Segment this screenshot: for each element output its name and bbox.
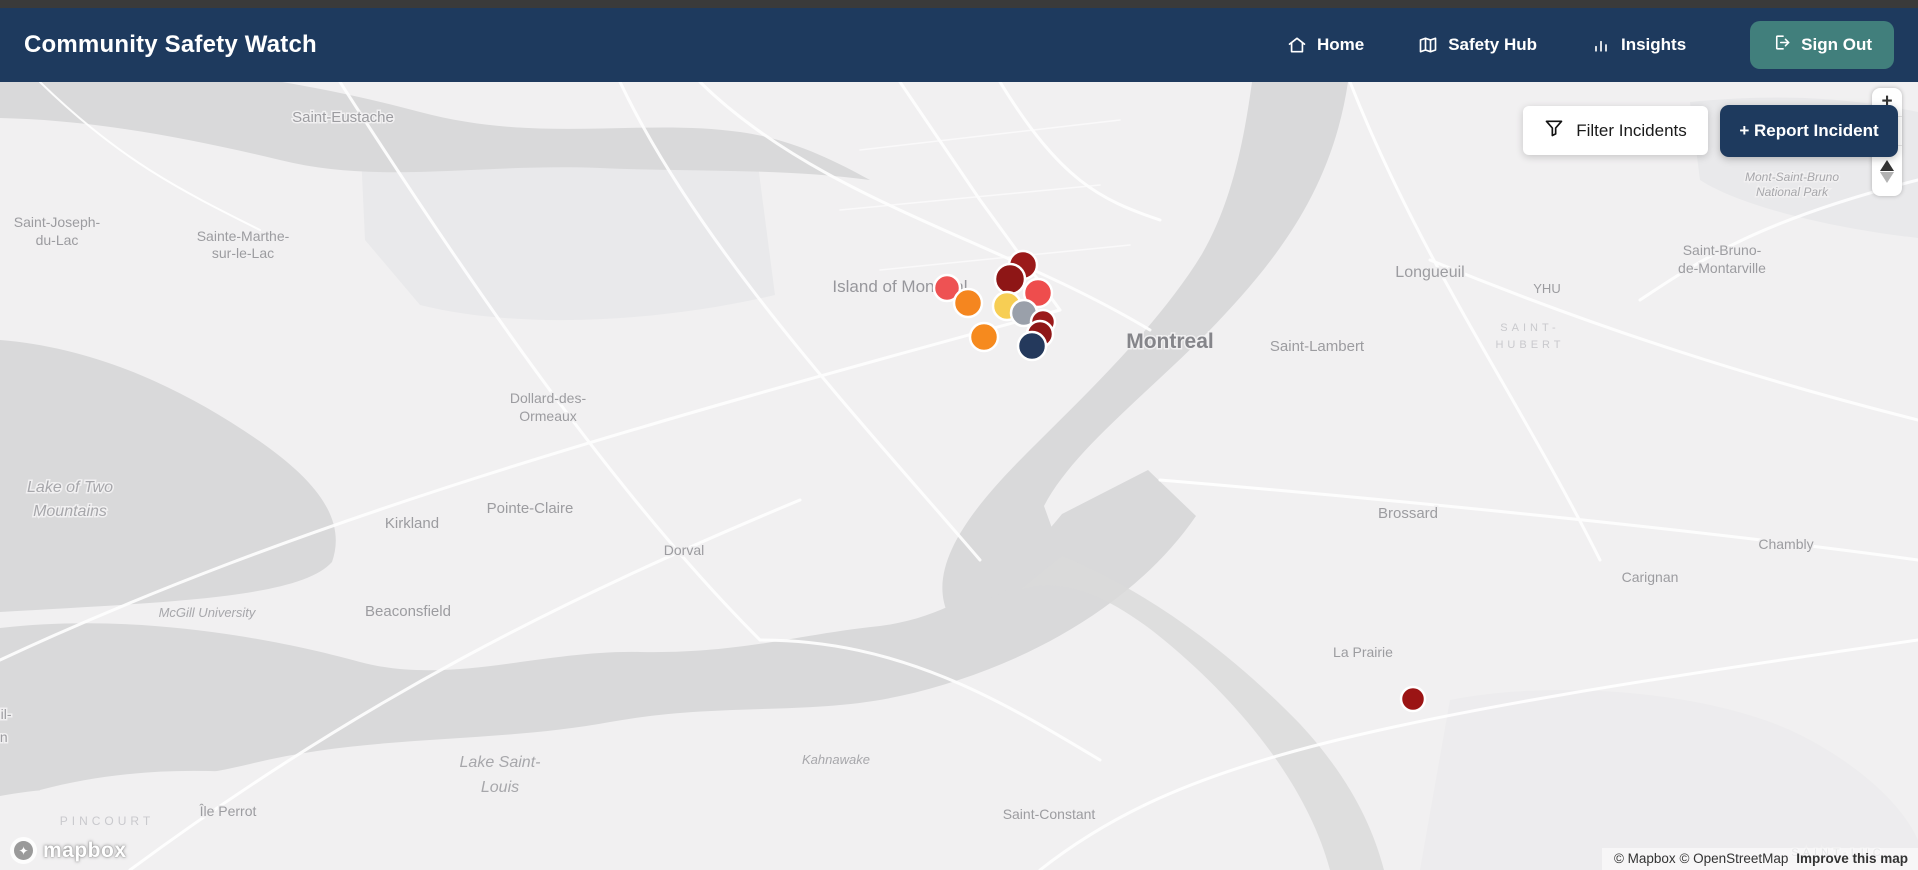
map-label: McGill University: [159, 605, 257, 620]
mapbox-logo[interactable]: ✦ mapbox: [10, 837, 127, 864]
map-label: Saint-Constant: [1003, 806, 1096, 822]
nav-item-home-label: Home: [1316, 35, 1365, 54]
map-label: YHU: [1533, 281, 1560, 296]
map-label: Chambly: [1758, 536, 1813, 552]
sign-out-button[interactable]: Sign Out: [1750, 21, 1894, 69]
map-label: reuil-: [0, 706, 12, 722]
map-label: Saint-Joseph-: [14, 214, 101, 230]
filter-incidents-label: Filter Incidents: [1576, 120, 1687, 140]
app-title: Community Safety Watch: [24, 31, 317, 58]
map-label: Mountains: [33, 503, 107, 520]
map-label: Kirkland: [385, 515, 439, 532]
map-label: Beaconsfield: [365, 603, 451, 620]
map-label: Brossard: [1378, 505, 1438, 522]
map-label: National Park: [1756, 185, 1829, 199]
compass-south-needle-icon: [1880, 171, 1894, 183]
map-label: Mont-Saint-Bruno: [1745, 170, 1839, 184]
map-label: Lake of Two: [27, 479, 113, 496]
sign-out-label: Sign Out: [1801, 35, 1872, 54]
map-container[interactable]: Saint-Eustache Saint-Joseph-du-Lac Sainte-…: [0, 82, 1918, 870]
map-label: Lake Saint-: [460, 754, 541, 771]
nav-item-insights-label: Insights: [1621, 35, 1687, 54]
map-label: La Prairie: [1333, 644, 1393, 660]
mapbox-logo-icon: ✦: [10, 837, 37, 864]
map-icon: [1418, 35, 1438, 55]
map-label: de-Montarville: [1678, 260, 1766, 276]
mapbox-logo-word: mapbox: [43, 838, 127, 862]
incident-marker[interactable]: [968, 321, 1000, 353]
bar-chart-icon: [1591, 35, 1611, 55]
attribution-osm-link[interactable]: © OpenStreetMap: [1679, 851, 1788, 866]
attribution-improve-link[interactable]: Improve this map: [1796, 851, 1908, 866]
map-label: PINCOURT: [60, 814, 154, 828]
map-label: HUBERT: [1495, 339, 1564, 351]
nav-item-insights[interactable]: Insights: [1591, 35, 1686, 55]
map-label: rion: [0, 729, 8, 745]
home-icon: [1287, 35, 1307, 55]
nav-item-safety-hub[interactable]: Safety Hub: [1418, 35, 1537, 55]
map-label: Montreal: [1126, 330, 1214, 353]
map-label: Kahnawake: [802, 752, 870, 767]
map-label: Sainte-Marthe-: [197, 228, 290, 244]
app-header: Community Safety Watch Home Safety Hub I…: [0, 8, 1918, 82]
map-label: du-Lac: [36, 232, 79, 248]
map-label: Saint-Eustache: [292, 109, 394, 126]
incident-marker[interactable]: [1399, 685, 1427, 713]
incident-marker[interactable]: [993, 262, 1027, 296]
map-label: Saint-Lambert: [1270, 338, 1365, 355]
map-label: Dorval: [664, 542, 704, 558]
map-label: Ormeaux: [519, 408, 577, 424]
map-label: Longueuil: [1395, 264, 1464, 281]
window-top-strip: [0, 0, 1918, 8]
funnel-icon: [1544, 118, 1564, 143]
map-label: Saint-Bruno-: [1683, 242, 1762, 258]
compass-north-needle-icon: [1880, 159, 1894, 171]
map-label: Pointe-Claire: [487, 500, 574, 517]
map-label: Dollard-des-: [510, 390, 587, 406]
map-attribution: © Mapbox © OpenStreetMap Improve this ma…: [1601, 848, 1918, 870]
map-canvas[interactable]: Saint-Eustache Saint-Joseph-du-Lac Sainte-…: [0, 82, 1918, 870]
attribution-mapbox-link[interactable]: © Mapbox: [1614, 851, 1676, 866]
incident-marker[interactable]: [1016, 330, 1048, 362]
map-label: Île Perrot: [199, 803, 257, 819]
main-nav: Home Safety Hub Insights Sign Out: [1287, 21, 1894, 69]
map-label: Louis: [481, 779, 519, 796]
map-label: SAINT-: [1500, 322, 1559, 334]
filter-incidents-button[interactable]: Filter Incidents: [1523, 106, 1708, 155]
report-incident-button[interactable]: + Report Incident: [1720, 105, 1898, 157]
incident-marker[interactable]: [952, 287, 984, 319]
nav-item-home[interactable]: Home: [1287, 35, 1364, 55]
report-incident-label: + Report Incident: [1739, 121, 1879, 140]
map-label: sur-le-Lac: [212, 245, 274, 261]
sign-out-icon: [1772, 33, 1791, 57]
nav-item-safety-hub-label: Safety Hub: [1448, 35, 1537, 54]
map-label: Carignan: [1622, 569, 1679, 585]
